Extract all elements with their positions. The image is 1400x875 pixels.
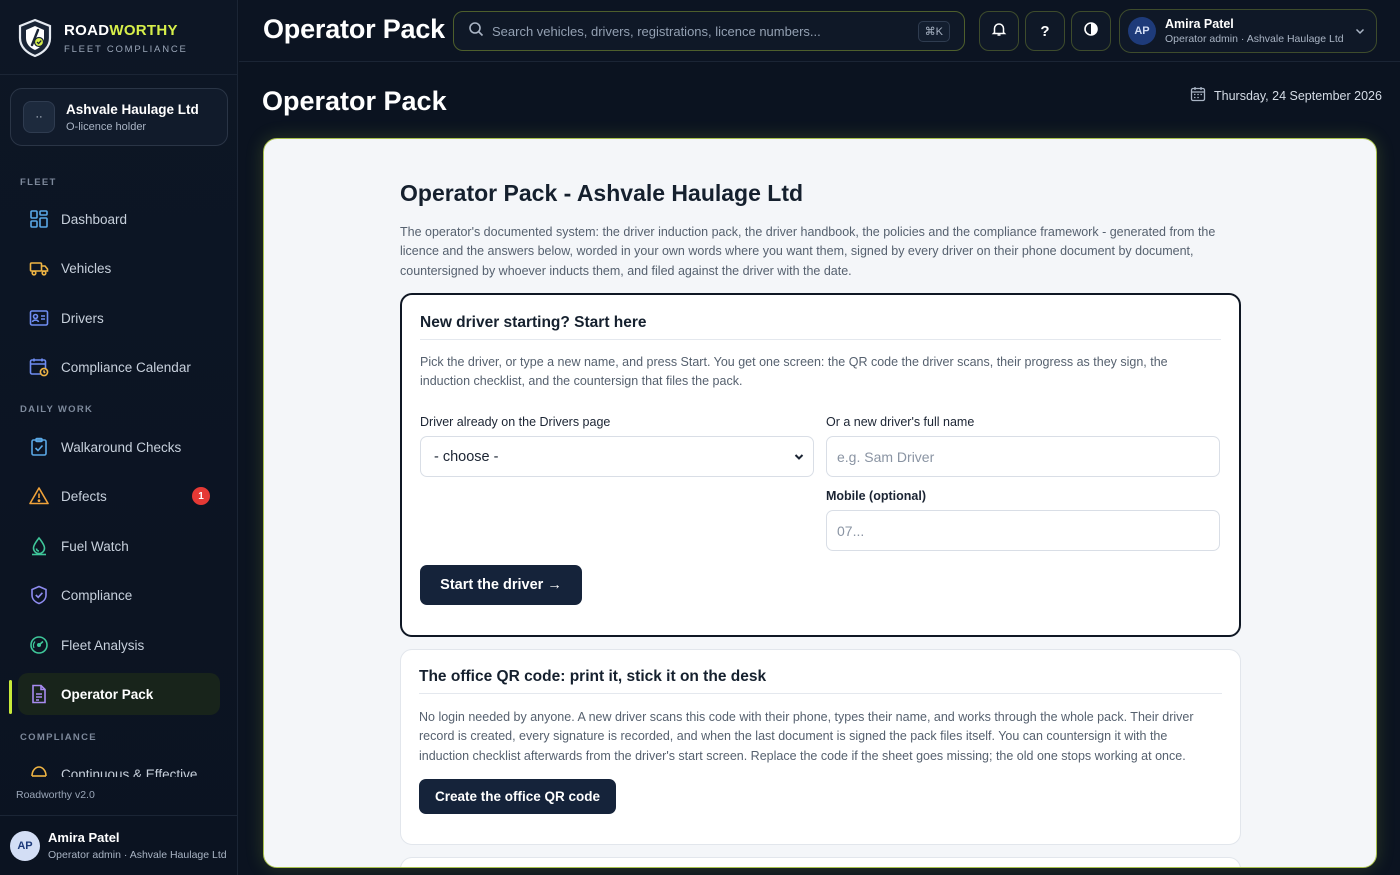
section-label-daily-work: DAILY WORK [20, 404, 94, 415]
sidebar-item-label: Vehicles [61, 260, 112, 276]
new-driver-description: Pick the driver, or type a new name, and… [420, 355, 1168, 389]
existing-driver-select[interactable]: - choose - [420, 436, 814, 477]
contrast-icon [1083, 21, 1099, 41]
sidebar-item-dashboard[interactable]: Dashboard [18, 198, 220, 240]
panel-divider [420, 339, 1221, 340]
new-driver-panel: New driver starting? Start here Pick the… [400, 293, 1241, 637]
grid-icon [29, 209, 49, 229]
help-button[interactable]: ? [1025, 11, 1065, 51]
top-bar: Operator Pack ⌘K ? AP Amira Patel Operat… [239, 0, 1400, 62]
user-role: Operator admin · Ashvale Haulage Ltd [48, 849, 227, 861]
page-title: Operator Pack [262, 86, 447, 116]
truck-icon [29, 258, 49, 278]
sidebar-scroll-clip: Continuous & Effective [0, 757, 238, 777]
shield-check-icon [29, 585, 49, 605]
chevron-down-icon [1354, 24, 1366, 42]
sidebar-item-label: Compliance [61, 587, 133, 603]
mobile-input[interactable] [826, 510, 1220, 551]
sidebar-user[interactable]: AP Amira Patel Operator admin · Ashvale … [10, 830, 227, 861]
sidebar-item-label: Continuous & Effective [61, 766, 198, 778]
user-menu-role: Operator admin · Ashvale Haulage Ltd [1165, 33, 1344, 45]
sidebar-item-walkaround-checks[interactable]: Walkaround Checks [18, 426, 220, 468]
calendar-clock-icon [29, 357, 49, 377]
next-panel-edge [400, 857, 1241, 867]
user-menu[interactable]: AP Amira Patel Operator admin · Ashvale … [1119, 9, 1377, 53]
warning-icon [29, 486, 49, 506]
app-version: Roadworthy v2.0 [16, 789, 95, 801]
fuel-drop-icon [29, 536, 49, 556]
org-avatar: ·· [23, 101, 55, 133]
sidebar-item-defects[interactable]: Defects 1 [18, 475, 220, 517]
chevron-down-icon [793, 451, 805, 467]
theme-toggle-button[interactable] [1071, 11, 1111, 51]
sidebar-item-drivers[interactable]: Drivers [18, 297, 220, 339]
sidebar-item-compliance[interactable]: Compliance [18, 574, 220, 616]
avatar: AP [10, 830, 40, 861]
sidebar-footer-divider [0, 815, 238, 816]
new-driver-name-input[interactable] [826, 436, 1220, 477]
operator-pack-card: Operator Pack - Ashvale Haulage Ltd The … [263, 138, 1377, 868]
section-label-fleet: FLEET [20, 177, 57, 188]
brand[interactable]: ROADWORTHY FLEET COMPLIANCE [16, 18, 188, 58]
cycle-icon [29, 764, 49, 777]
user-name: Amira Patel [48, 830, 120, 845]
office-qr-heading: The office QR code: print it, stick it o… [419, 668, 767, 685]
global-search[interactable]: ⌘K [453, 11, 965, 51]
sidebar-item-label: Operator Pack [61, 686, 154, 702]
avatar: AP [1128, 17, 1156, 45]
notifications-button[interactable] [979, 11, 1019, 51]
brand-subtitle: FLEET COMPLIANCE [64, 43, 188, 55]
sidebar-item-vehicles[interactable]: Vehicles [18, 247, 220, 289]
sidebar-item-label: Drivers [61, 310, 104, 326]
sidebar-divider [0, 74, 238, 75]
new-driver-name-label: Or a new driver's full name [826, 415, 975, 429]
mobile-label: Mobile (optional) [826, 489, 926, 503]
sidebar: ROADWORTHY FLEET COMPLIANCE ·· Ashvale H… [0, 0, 238, 875]
topbar-title: Operator Pack [263, 14, 445, 44]
help-icon: ? [1040, 22, 1050, 40]
brand-name: ROADWORTHY [64, 21, 178, 39]
sidebar-item-label: Compliance Calendar [61, 359, 191, 375]
sidebar-item-label: Defects [61, 488, 107, 504]
sidebar-item-label: Fuel Watch [61, 538, 129, 554]
search-shortcut-hint: ⌘K [917, 21, 950, 42]
office-qr-panel: The office QR code: print it, stick it o… [400, 649, 1241, 845]
sidebar-item-operator-pack[interactable]: Operator Pack [18, 673, 220, 715]
org-role: O-licence holder [66, 120, 147, 133]
calendar-icon [1190, 86, 1206, 105]
sidebar-item-fleet-analysis[interactable]: Fleet Analysis [18, 624, 220, 666]
gauge-icon [29, 635, 49, 655]
shield-logo-icon [16, 18, 54, 58]
section-label-compliance: COMPLIANCE [20, 732, 97, 743]
org-name: Ashvale Haulage Ltd [66, 101, 199, 117]
sidebar-item-continuous-effective[interactable]: Continuous & Effective [18, 757, 220, 777]
search-icon [468, 21, 484, 42]
create-office-qr-button[interactable]: Create the office QR code [419, 779, 616, 814]
id-card-icon [29, 308, 49, 328]
user-menu-name: Amira Patel [1165, 17, 1234, 31]
sidebar-item-fuel-watch[interactable]: Fuel Watch [18, 525, 220, 567]
active-indicator [9, 680, 12, 714]
organisation-switcher[interactable]: ·· Ashvale Haulage Ltd O-licence holder [10, 88, 228, 146]
current-date: Thursday, 24 September 2026 [1190, 86, 1382, 105]
panel-divider [419, 693, 1222, 694]
document-title: Operator Pack - Ashvale Haulage Ltd [400, 180, 804, 206]
new-driver-heading: New driver starting? Start here [420, 314, 647, 331]
select-value: - choose - [434, 448, 499, 465]
sidebar-item-compliance-calendar[interactable]: Compliance Calendar [18, 346, 220, 388]
defects-count-badge: 1 [192, 487, 210, 505]
date-text: Thursday, 24 September 2026 [1214, 88, 1382, 103]
sidebar-item-label: Fleet Analysis [61, 637, 145, 653]
bell-icon [991, 21, 1007, 41]
document-icon [29, 684, 49, 704]
existing-driver-label: Driver already on the Drivers page [420, 415, 611, 429]
search-input[interactable] [492, 23, 912, 39]
sidebar-item-label: Dashboard [61, 211, 128, 227]
clipboard-check-icon [29, 437, 49, 457]
start-driver-button[interactable]: Start the driver → [420, 565, 582, 605]
sidebar-item-label: Walkaround Checks [61, 439, 182, 455]
office-qr-description: No login needed by anyone. A new driver … [419, 710, 1194, 763]
document-intro: The operator's documented system: the dr… [400, 225, 1216, 278]
